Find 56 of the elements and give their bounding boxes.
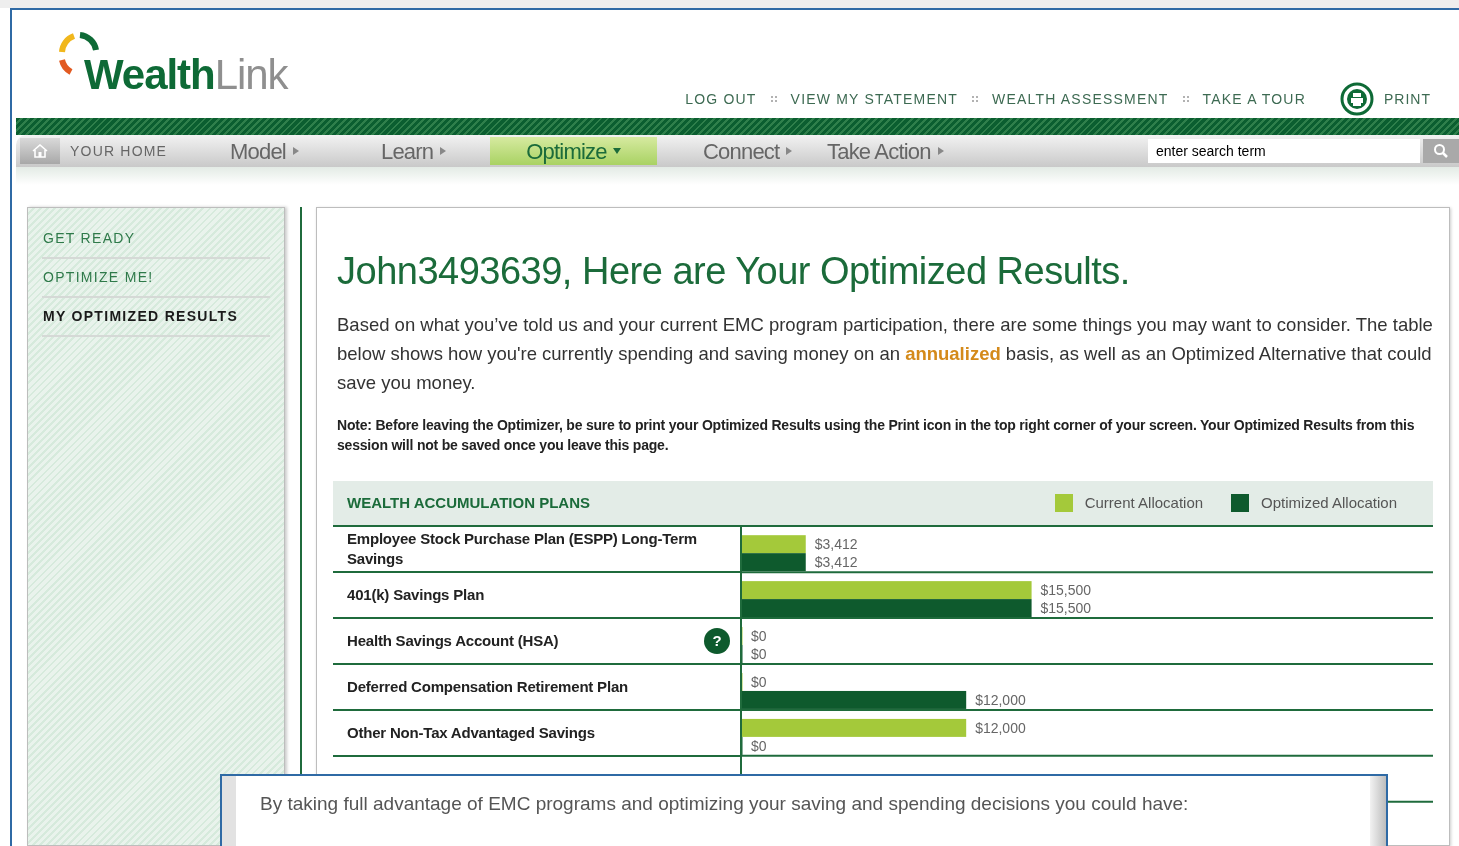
legend-label: Current Allocation	[1084, 492, 1204, 513]
popup-left-edge	[222, 776, 236, 846]
logo-text: WealthLink	[84, 54, 288, 96]
separator-icon	[972, 96, 978, 102]
row-label: Other Non-Tax Advantaged Savings	[347, 723, 595, 743]
top-link[interactable]: TAKE A TOUR	[1202, 88, 1306, 110]
search-icon	[1433, 143, 1449, 159]
row-label: Employee Stock Purchase Plan (ESPP) Long-Term Savings	[347, 529, 698, 569]
printer-icon	[1340, 82, 1374, 116]
top-link[interactable]: WEALTH ASSESSMENT	[992, 88, 1169, 110]
summary-text: By taking full advantage of EMC programs and optimizing your saving and spending decisions you could have:	[259, 792, 1189, 816]
nav-tab[interactable]: Model	[230, 137, 381, 165]
sidebar-item[interactable]: OPTIMIZE ME!	[42, 259, 270, 298]
nav-tab[interactable]: Learn	[381, 137, 490, 165]
nav-tab[interactable]: Optimize	[490, 137, 657, 165]
bar-value: $3,412	[814, 536, 858, 553]
nav-tab[interactable]: Connect	[657, 137, 827, 165]
print-button[interactable]: PRINT	[1340, 82, 1431, 116]
row-label: Health Savings Account (HSA)	[347, 631, 559, 651]
caret-icon	[612, 147, 621, 155]
caret-icon	[936, 147, 945, 155]
nav-tab[interactable]: Take Action	[827, 137, 987, 165]
help-button[interactable]: ?	[704, 628, 730, 654]
home-button[interactable]	[20, 138, 60, 164]
row-label: Deferred Compensation Retirement Plan	[347, 677, 628, 697]
caret-icon	[439, 147, 448, 155]
bar-value: $3,412	[814, 554, 858, 571]
bar-value: $12,000	[975, 719, 1026, 736]
bar-value: $15,500	[1040, 582, 1092, 599]
bar-value: $12,000	[975, 691, 1026, 708]
bar	[742, 535, 806, 554]
note-paragraph: Note: Before leaving the Optimizer, be sure to print your Optimized Results using the Print icon in the top right corner of your screen. Your Optimized Results from this session will not be saved once you leave this page.	[336, 416, 1416, 455]
popup-right-edge	[1370, 776, 1386, 846]
bar-value: $0	[751, 737, 767, 754]
separator-icon	[770, 96, 777, 102]
table-title: WEALTH ACCUMULATION PLANS	[347, 492, 591, 513]
bar-value: $0	[751, 646, 767, 662]
search-button[interactable]	[1423, 139, 1459, 163]
bar-value: $0	[751, 628, 767, 645]
nav-tab[interactable]: YOUR HOME	[60, 140, 230, 162]
bar-value: $15,500	[1040, 600, 1092, 617]
legend-label: Optimized Allocation	[1261, 492, 1397, 513]
top-link[interactable]: LOG OUT	[685, 88, 757, 110]
bar-value: $0	[751, 673, 767, 690]
intro-paragraph: Based on what you’ve told us and your current EMC program participation, there are some things you may want to consider. The table below shows how you're currently spending and saving money on an annualized basis, as well as an Optimized Alternative that could save you money.	[336, 313, 1433, 395]
top-link[interactable]: VIEW MY STATEMENT	[790, 88, 958, 110]
caret-icon	[291, 147, 300, 155]
sidebar-item[interactable]: GET READY	[42, 220, 270, 259]
sidebar-item[interactable]: MY OPTIMIZED RESULTS	[42, 298, 270, 337]
page-heading: John3493639, Here are Your Optimized Results.	[336, 249, 1131, 294]
home-icon	[32, 144, 48, 158]
row-label: 401(k) Savings Plan	[347, 585, 485, 605]
bar	[742, 553, 806, 572]
separator-icon	[1182, 96, 1189, 102]
search-field[interactable]: enter search term	[1148, 139, 1420, 163]
caret-icon	[785, 147, 794, 155]
